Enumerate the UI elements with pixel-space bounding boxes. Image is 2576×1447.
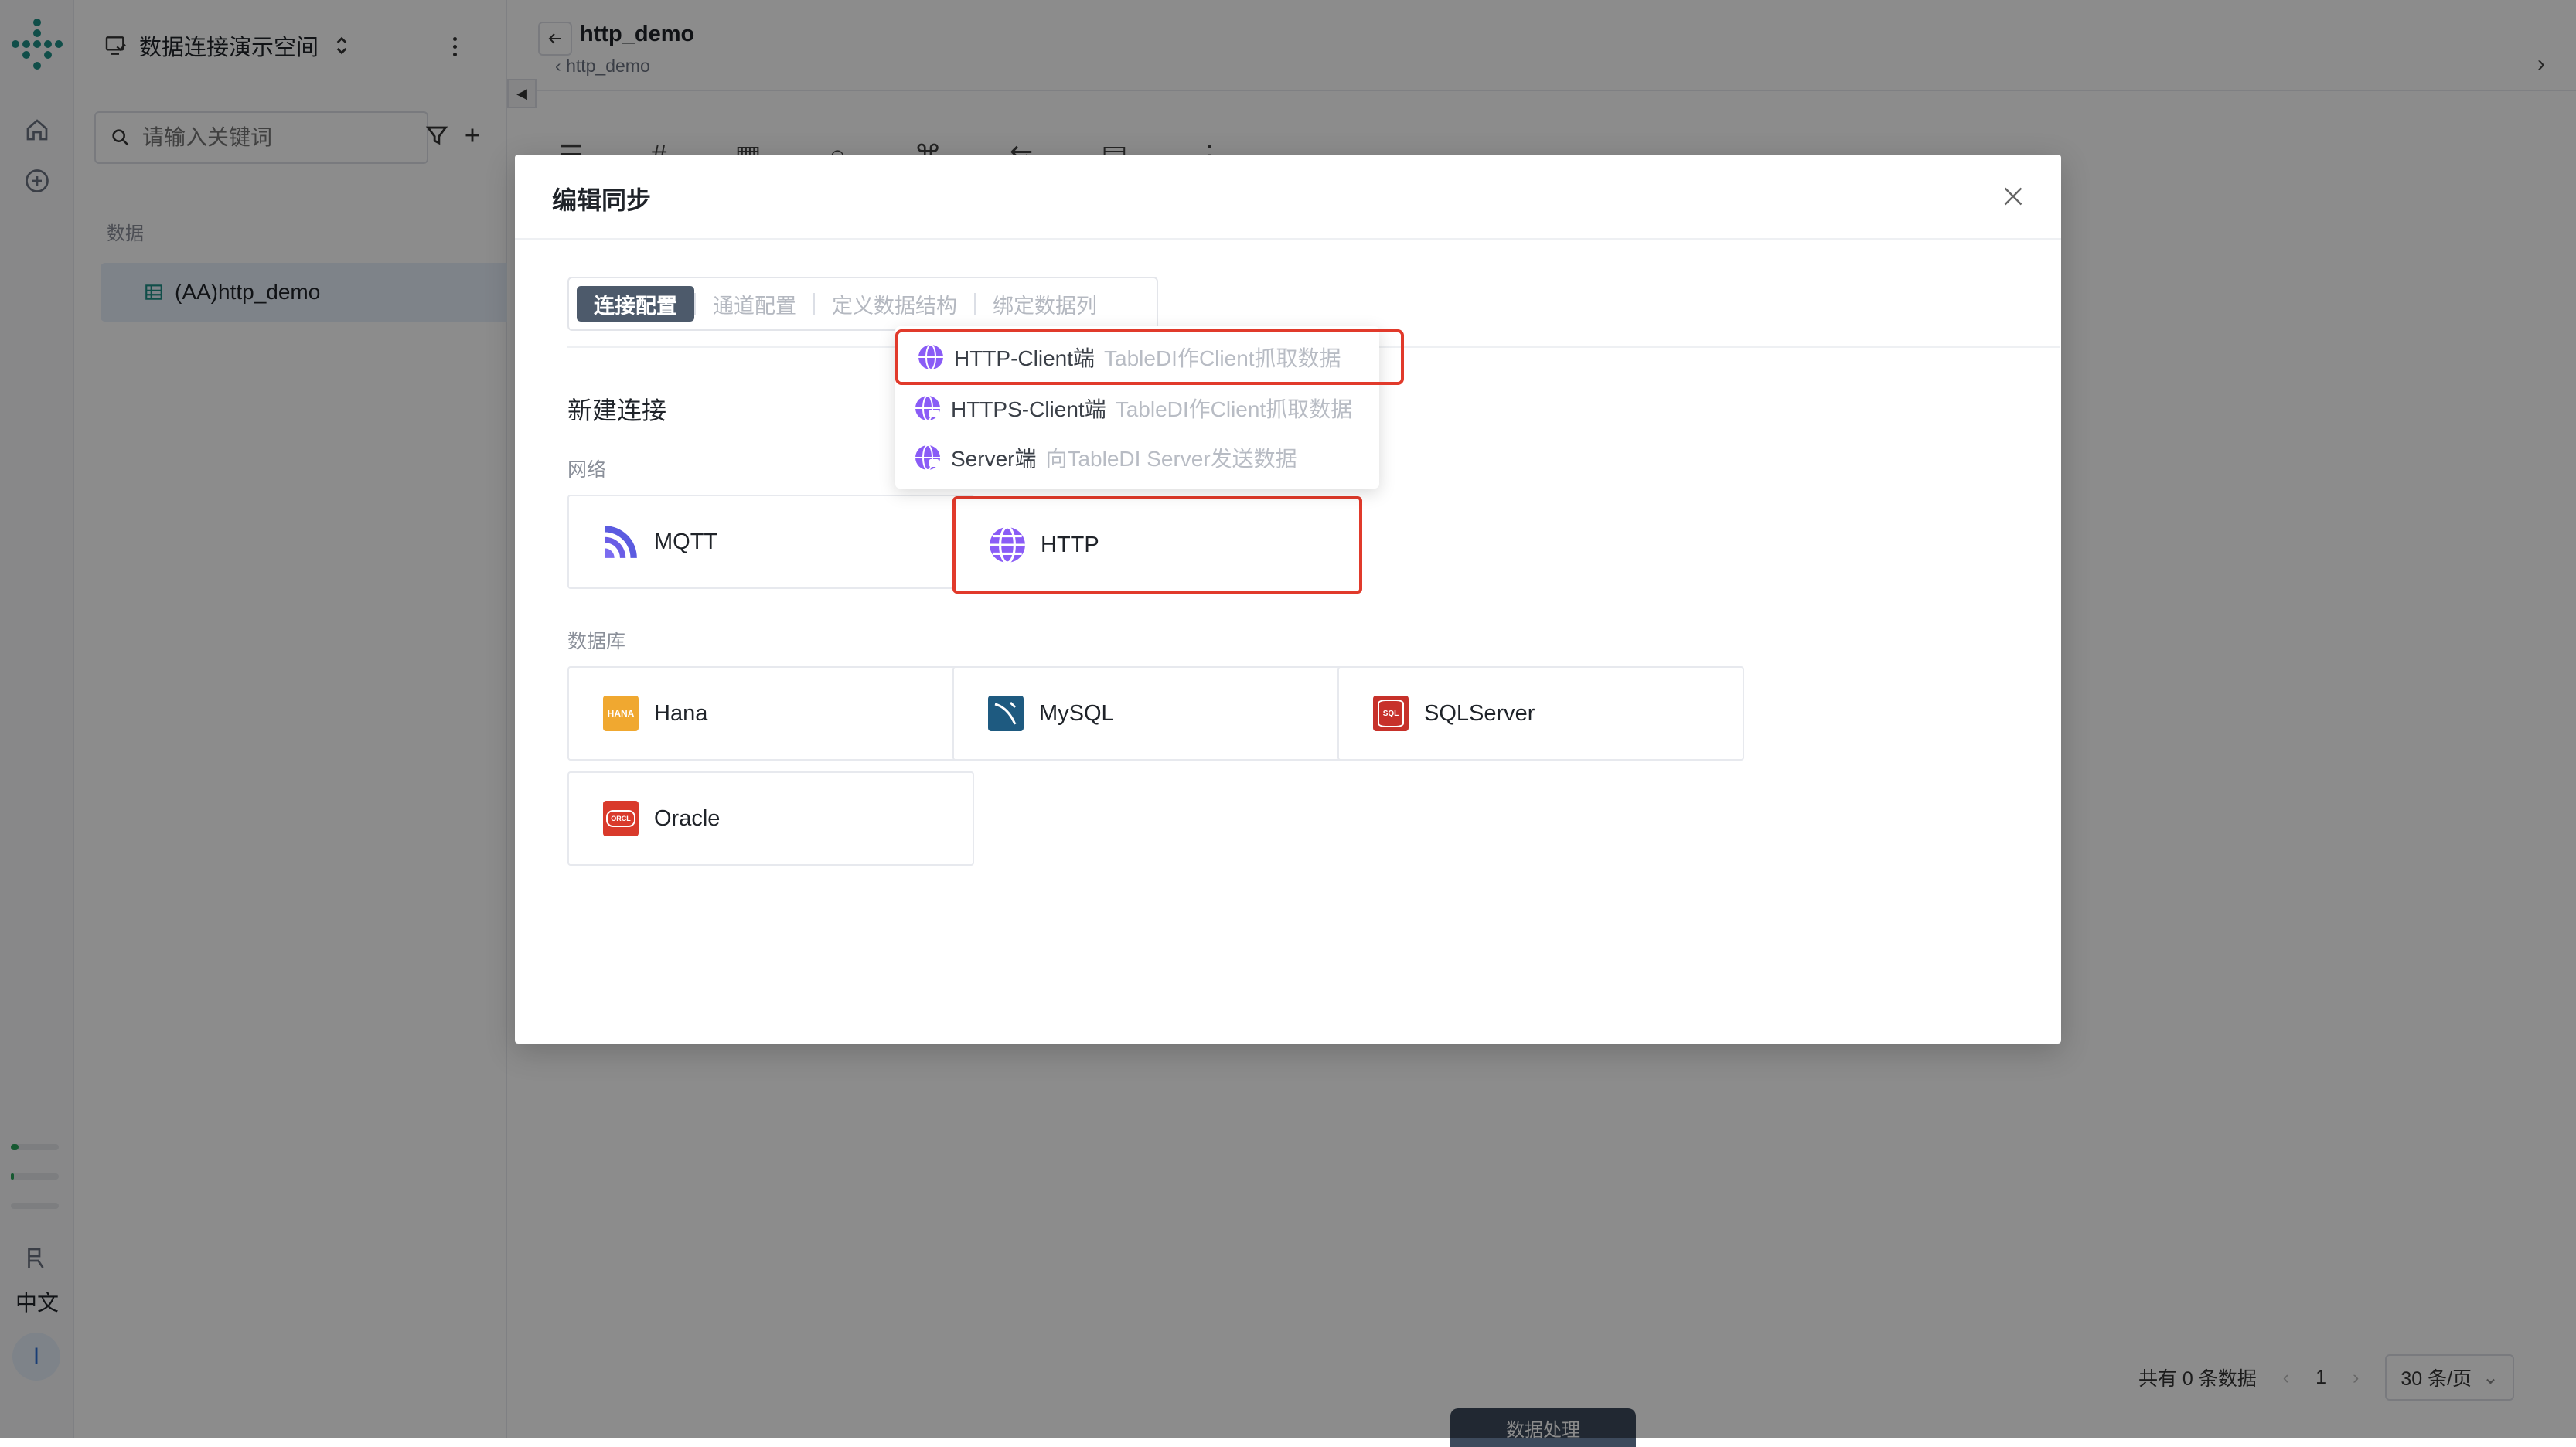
connector-card-sqlserver[interactable]: SQL SQLServer — [1337, 666, 1744, 761]
tab-bind-columns[interactable]: 绑定数据列 — [976, 289, 1114, 319]
hana-icon: HANA — [601, 694, 640, 733]
dialog-title: 编辑同步 — [552, 186, 652, 214]
tab-define-structure[interactable]: 定义数据结构 — [815, 289, 974, 319]
close-icon[interactable] — [1999, 182, 2027, 210]
connector-label: MySQL — [1039, 700, 1114, 726]
tab-connection-config[interactable]: 连接配置 — [577, 286, 694, 322]
menu-item-label: HTTPS-Client端 — [951, 397, 1106, 421]
connector-card-mqtt[interactable]: MQTT — [567, 495, 974, 589]
divider — [515, 238, 2061, 240]
menu-item-http-client[interactable]: HTTP-Client端 TableDI作Client抓取数据 — [895, 329, 1404, 385]
connector-card-hana[interactable]: HANA Hana — [567, 666, 974, 761]
connector-card-mysql[interactable]: MySQL — [952, 666, 1359, 761]
globe-server-icon — [914, 444, 942, 472]
connector-card-http[interactable]: HTTP — [952, 496, 1362, 594]
menu-item-label: HTTP-Client端 — [954, 346, 1095, 370]
globe-client-icon — [917, 343, 945, 371]
menu-item-desc: TableDI作Client抓取数据 — [1115, 397, 1353, 421]
connector-card-oracle[interactable]: ORCL Oracle — [567, 771, 974, 866]
menu-item-desc: TableDI作Client抓取数据 — [1104, 346, 1341, 370]
edit-sync-dialog: 编辑同步 连接配置 通道配置 定义数据结构 绑定数据列 新建连接 网络 MQTT… — [515, 155, 2061, 1044]
connector-label: HTTP — [1041, 532, 1099, 557]
menu-item-https-client[interactable]: HTTPS-Client端 TableDI作Client抓取数据 — [895, 383, 1398, 433]
oracle-icon: ORCL — [601, 799, 640, 838]
sqlserver-icon: SQL — [1371, 694, 1410, 733]
menu-item-desc: 向TableDI Server发送数据 — [1045, 447, 1297, 471]
tab-channel-config[interactable]: 通道配置 — [696, 289, 813, 319]
connector-label: MQTT — [654, 529, 718, 554]
mqtt-icon — [601, 523, 640, 561]
mysql-icon — [986, 694, 1025, 733]
menu-item-server[interactable]: Server端 向TableDI Server发送数据 — [895, 433, 1398, 482]
section-heading-new-connection: 新建连接 — [567, 397, 667, 424]
globe-secure-icon — [914, 394, 942, 422]
group-label-network: 网络 — [567, 459, 607, 481]
step-tabs: 连接配置 通道配置 定义数据结构 绑定数据列 — [567, 277, 1158, 331]
connector-label: Oracle — [654, 805, 721, 831]
http-mode-dropdown: HTTP-Client端 TableDI作Client抓取数据 HTTPS-Cl… — [895, 326, 1404, 489]
group-label-database: 数据库 — [567, 631, 626, 652]
connector-label: Hana — [654, 700, 708, 726]
connector-label: SQLServer — [1424, 700, 1535, 726]
globe-icon — [988, 526, 1027, 564]
menu-item-label: Server端 — [951, 447, 1037, 471]
